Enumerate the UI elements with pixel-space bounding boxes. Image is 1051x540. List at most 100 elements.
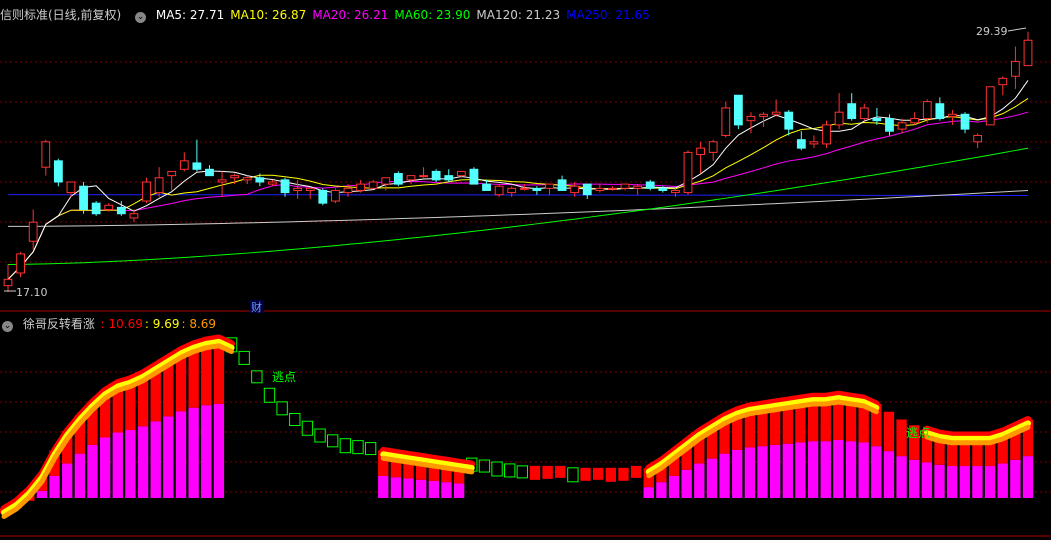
candle-body — [91, 202, 101, 215]
indicator-bar-magenta — [1010, 459, 1021, 498]
candle-body — [343, 187, 353, 194]
indicator-bar-magenta — [441, 482, 452, 498]
candle-body — [393, 173, 403, 185]
ma250-line — [7, 194, 1029, 197]
main-chart-title: 信则标准(日线,前复权) — [0, 8, 122, 22]
indicator-bar-magenta — [62, 463, 73, 498]
ma-legend-2: MA20: 26.21 — [312, 8, 389, 22]
candle-body — [242, 177, 252, 181]
indicator-bar-green — [263, 387, 276, 403]
candle-body — [746, 115, 756, 122]
indicator-bar-magenta — [732, 449, 743, 498]
candle-body — [217, 179, 227, 183]
candle-body — [658, 187, 668, 191]
indicator-bar-magenta — [403, 478, 414, 498]
stock-chart[interactable]: 29.3917.10财逃点逃点 — [0, 0, 1051, 540]
indicator-bar-magenta — [112, 432, 123, 498]
candle-body — [960, 113, 970, 130]
indicator-bar-magenta — [74, 453, 86, 498]
high-price-label: 29.39 — [976, 25, 1008, 38]
candle-body — [885, 118, 894, 132]
candle-body — [28, 221, 38, 242]
indicator-bar-magenta — [820, 441, 831, 498]
ma-legend-3: MA60: 23.90 — [394, 8, 471, 22]
main-chart-header: 信则标准(日线,前复权) ⌄ MA5: 27.71 MA10: 26.87 MA20… — [0, 6, 662, 24]
candle-body — [293, 187, 303, 191]
indicator-bar-magenta — [656, 482, 667, 498]
candle-body — [179, 160, 189, 170]
indicator-bar-magenta — [782, 443, 793, 498]
indicator-bar-magenta — [99, 437, 111, 498]
indicator-bar-green — [327, 434, 339, 448]
indicator-bar-green — [238, 350, 250, 365]
candle-body — [318, 189, 328, 204]
indicator-bar-magenta — [49, 475, 60, 498]
circle-chevron-icon[interactable]: ⌄ — [2, 321, 13, 332]
indicator-bar-magenta — [416, 479, 427, 498]
candle-body — [456, 170, 466, 177]
candle-body — [935, 103, 945, 120]
ma120-line — [7, 189, 1029, 227]
candle-body — [784, 111, 794, 130]
candle-body — [545, 183, 554, 189]
candle-body — [822, 124, 831, 145]
indicator-value-2: : 8.69 — [181, 317, 217, 331]
low-price-label: 17.10 — [16, 286, 48, 299]
candle-body — [167, 170, 177, 177]
indicator-bar-red — [592, 467, 604, 480]
indicator-bar-magenta — [681, 469, 692, 498]
indicator-bar-magenta — [795, 442, 806, 498]
indicator-bar-magenta — [643, 487, 654, 498]
candle-body — [41, 141, 51, 168]
ma60-line — [7, 147, 1029, 265]
indicator-bar-red — [618, 467, 629, 481]
indicator-value-1: : 9.69 — [144, 317, 180, 331]
indicator-bar-magenta — [453, 483, 465, 498]
indicator-bar-red — [555, 465, 566, 478]
candle-body — [796, 139, 806, 149]
candle-body — [608, 187, 617, 190]
indicator-bar-magenta — [175, 411, 187, 498]
indicator-bar-magenta — [428, 480, 440, 498]
indicator-bar-red — [529, 465, 541, 480]
candle-body — [431, 170, 441, 181]
indicator-bar-green — [516, 465, 529, 479]
candle-body — [381, 177, 391, 185]
candle-body — [469, 168, 479, 185]
candle-body — [230, 175, 240, 179]
candle-body — [444, 175, 454, 181]
indicator-bar-magenta — [201, 405, 212, 498]
indicator-bar-green — [491, 461, 503, 477]
indicator-bar-magenta — [959, 466, 970, 498]
indicator-bar-magenta — [997, 463, 1008, 498]
candle-body — [809, 141, 819, 145]
candle-body — [356, 183, 365, 191]
indicator-bar-green — [352, 440, 364, 455]
candle-body — [557, 179, 567, 191]
indicator-bar-magenta — [87, 444, 98, 498]
candle-body — [519, 187, 529, 190]
candle-body — [834, 111, 844, 126]
indicator-bar-green — [276, 401, 288, 416]
candle-body — [305, 187, 315, 191]
candle-body — [872, 118, 882, 122]
candle-body — [3, 278, 13, 287]
candle-body — [847, 103, 857, 120]
candle-body — [721, 107, 731, 136]
finance-marker: 财 — [251, 300, 262, 314]
circle-chevron-icon[interactable]: ⌄ — [135, 12, 147, 23]
indicator-header: ⌄ 徐哥反转看涨 : 10.69: 9.69: 8.69 — [0, 315, 224, 333]
candle-body — [507, 187, 517, 194]
indicator-bar-magenta — [972, 466, 983, 498]
indicator-bar-red — [630, 465, 642, 478]
indicator-bar-green — [339, 438, 352, 454]
indicator-bar-magenta — [757, 446, 768, 498]
indicator-bar-magenta — [1022, 456, 1034, 498]
candle-body — [104, 204, 114, 210]
candle-body — [280, 179, 290, 194]
candle-body — [268, 181, 277, 185]
candle-body — [922, 101, 932, 120]
indicator-bar-red — [605, 467, 616, 482]
candle-body — [683, 151, 693, 194]
indicator-bar-red — [883, 411, 895, 452]
